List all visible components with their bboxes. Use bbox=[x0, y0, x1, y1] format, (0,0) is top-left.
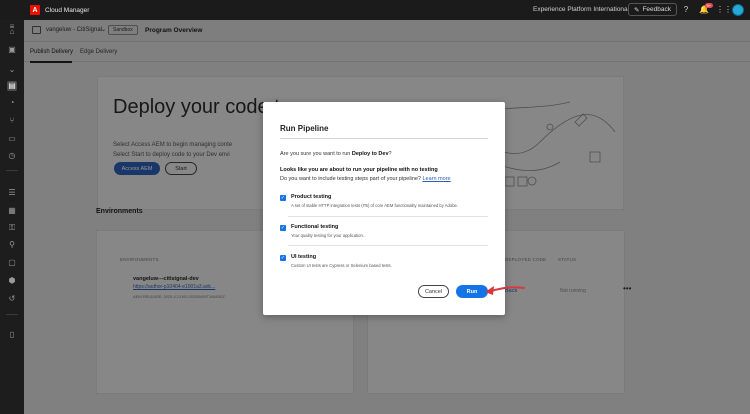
option-divider bbox=[288, 216, 488, 217]
chevron-down-icon[interactable]: ⌄ bbox=[7, 65, 17, 75]
dialog-question: Are you sure you want to run Deploy to D… bbox=[280, 151, 392, 157]
image-icon[interactable]: ▦ bbox=[7, 206, 17, 216]
overview-icon[interactable]: ▤ bbox=[7, 81, 17, 91]
include-testing-question: Do you want to include testing steps par… bbox=[280, 176, 451, 182]
product-testing-checkbox[interactable]: ✓ bbox=[280, 195, 286, 201]
option-description: A set of stable HTTP integration tests (… bbox=[291, 203, 459, 208]
org-switcher[interactable]: Experience Platform International bbox=[533, 6, 629, 13]
rail-divider bbox=[6, 170, 18, 171]
left-rail: ≡ ⌂ ▣ ⌄ ▤ ◔ ⑂ ▭ ◷ ☰ ▦ ⚿ ⚲ ▢ ⬢ ↺ ▯ bbox=[0, 20, 24, 414]
option-label: Product testing bbox=[291, 194, 332, 200]
network-icon[interactable]: ⚲ bbox=[7, 240, 17, 250]
option-description: Your quality testing for your applicatio… bbox=[291, 233, 364, 238]
box-icon[interactable]: ⬢ bbox=[7, 276, 17, 286]
app-title[interactable]: Cloud Manager bbox=[45, 7, 89, 14]
notifications-icon[interactable]: ◔ bbox=[7, 98, 17, 108]
cancel-button[interactable]: Cancel bbox=[418, 285, 449, 298]
feedback-icon: ✎ bbox=[634, 6, 640, 14]
feedback-button[interactable]: ✎ Feedback bbox=[628, 3, 677, 16]
program-icon[interactable]: ▣ bbox=[7, 45, 17, 55]
lock-icon[interactable]: ⚿ bbox=[7, 223, 17, 233]
help-icon[interactable]: ? bbox=[681, 5, 691, 15]
avatar[interactable] bbox=[732, 4, 744, 16]
folder-icon[interactable]: ▭ bbox=[7, 134, 17, 144]
apps-grid-icon[interactable]: ⋮⋮ bbox=[716, 5, 732, 15]
option-description: Custom UI tests are Cypress or Selenium … bbox=[291, 263, 392, 268]
dialog-title: Run Pipeline bbox=[280, 124, 329, 133]
history-icon[interactable]: ↺ bbox=[7, 294, 17, 304]
option-label: UI testing bbox=[291, 254, 317, 260]
activity-icon[interactable]: ◷ bbox=[7, 151, 17, 161]
functional-testing-checkbox[interactable]: ✓ bbox=[280, 225, 286, 231]
rail-divider bbox=[6, 314, 18, 315]
pipeline-name: Deploy to Dev bbox=[351, 151, 389, 157]
question-suffix: ? bbox=[388, 151, 392, 157]
learn-more-link[interactable]: Learn more bbox=[422, 176, 450, 182]
dialog-divider bbox=[280, 138, 488, 139]
document-icon[interactable]: ▢ bbox=[7, 258, 17, 268]
database-icon[interactable]: ☰ bbox=[7, 188, 17, 198]
notification-badge: 9+ bbox=[705, 3, 713, 8]
report-icon[interactable]: ▯ bbox=[7, 330, 17, 340]
adobe-logo[interactable]: A bbox=[30, 5, 40, 15]
run-pipeline-dialog: Run Pipeline Are you sure you want to ru… bbox=[263, 102, 505, 315]
include-testing-text: Do you want to include testing steps par… bbox=[280, 176, 421, 182]
option-label: Functional testing bbox=[291, 224, 339, 230]
option-divider bbox=[288, 245, 488, 246]
no-testing-warning: Looks like you are about to run your pip… bbox=[280, 167, 438, 173]
home-icon[interactable]: ⌂ bbox=[7, 27, 17, 37]
pipelines-icon[interactable]: ⑂ bbox=[7, 116, 17, 126]
feedback-label: Feedback bbox=[642, 6, 671, 13]
question-prefix: Are you sure you want to run bbox=[280, 151, 352, 157]
annotation-arrow-icon bbox=[485, 286, 525, 295]
ui-testing-checkbox[interactable]: ✓ bbox=[280, 255, 286, 261]
